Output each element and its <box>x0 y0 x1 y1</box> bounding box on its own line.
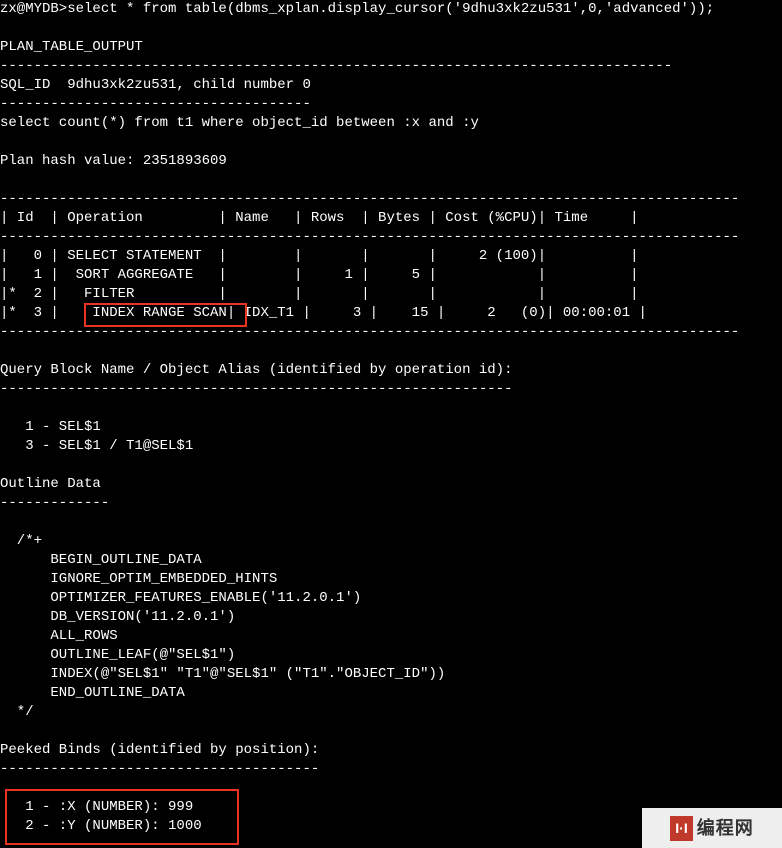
sql-id-line: SQL_ID 9dhu3xk2zu531, child number 0 <box>0 77 311 93</box>
table-border: ----------------------------------------… <box>0 191 739 207</box>
outline-hint-line: IGNORE_OPTIM_EMBEDDED_HINTS <box>0 571 277 587</box>
dash-line: ----------------------------------------… <box>0 381 512 397</box>
bind-var-1: 1 - :X (NUMBER): 999 <box>0 799 193 815</box>
watermark: I·I 编程网 <box>642 808 782 848</box>
outline-hint-line: OUTLINE_LEAF(@"SEL$1") <box>0 647 235 663</box>
plan-row-2: |* 2 | FILTER | | | | | | <box>0 286 639 302</box>
sql-prompt-line: zx@MYDB>select * from table(dbms_xplan.d… <box>0 1 714 17</box>
outline-hint-line: BEGIN_OUTLINE_DATA <box>0 552 202 568</box>
peeked-binds-title: Peeked Binds (identified by position): <box>0 742 319 758</box>
dash-line: ------------- <box>0 495 109 511</box>
outline-hint-line: END_OUTLINE_DATA <box>0 685 185 701</box>
watermark-badge: I·I <box>670 816 692 841</box>
outline-hint-line: DB_VERSION('11.2.0.1') <box>0 609 235 625</box>
outline-hint-line: ALL_ROWS <box>0 628 118 644</box>
terminal-output[interactable]: zx@MYDB>select * from table(dbms_xplan.d… <box>0 0 782 836</box>
watermark-text: 编程网 <box>697 819 754 838</box>
query-block-title: Query Block Name / Object Alias (identif… <box>0 362 512 378</box>
query-block-item: 3 - SEL$1 / T1@SEL$1 <box>0 438 193 454</box>
plan-row-1: | 1 | SORT AGGREGATE | | 1 | 5 | | | <box>0 267 639 283</box>
outline-hint-open: /*+ <box>0 533 42 549</box>
plan-table-output-header: PLAN_TABLE_OUTPUT <box>0 39 143 55</box>
outline-data-title: Outline Data <box>0 476 101 492</box>
query-block-item: 1 - SEL$1 <box>0 419 101 435</box>
dash-line: ------------------------------------- <box>0 96 311 112</box>
sql-text-line: select count(*) from t1 where object_id … <box>0 115 479 131</box>
plan-hash-line: Plan hash value: 2351893609 <box>0 153 227 169</box>
outline-hint-close: */ <box>0 704 34 720</box>
outline-hint-line: INDEX(@"SEL$1" "T1"@"SEL$1" ("T1"."OBJEC… <box>0 666 445 682</box>
table-header-row: | Id | Operation | Name | Rows | Bytes |… <box>0 210 639 226</box>
plan-row-0: | 0 | SELECT STATEMENT | | | | 2 (100)| … <box>0 248 639 264</box>
bind-var-2: 2 - :Y (NUMBER): 1000 <box>0 818 202 834</box>
plan-row-3: |* 3 | INDEX RANGE SCAN| IDX_T1 | 3 | 15… <box>0 305 647 321</box>
table-border: ----------------------------------------… <box>0 324 739 340</box>
dash-line: ----------------------------------------… <box>0 58 672 74</box>
table-border: ----------------------------------------… <box>0 229 739 245</box>
outline-hint-line: OPTIMIZER_FEATURES_ENABLE('11.2.0.1') <box>0 590 361 606</box>
dash-line: -------------------------------------- <box>0 761 319 777</box>
